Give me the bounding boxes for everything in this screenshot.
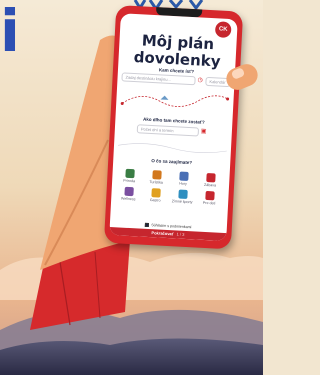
interests-grid: Príroda Turistika Hory Zábava Wellness G…	[117, 168, 226, 205]
duration-question: Ako dlho tam chcete zostať?	[142, 116, 205, 125]
kids-icon	[204, 190, 215, 201]
interest-label: Turistika	[149, 179, 163, 185]
wellness-icon	[123, 186, 134, 197]
app-screen: CK Môj plán dovolenky Kam chcete ísť? Za…	[109, 13, 238, 242]
winter-sports-icon	[177, 189, 188, 199]
interest-item[interactable]: Zábava	[197, 172, 224, 188]
calendar-icon[interactable]: ◷	[197, 76, 203, 85]
nature-icon	[124, 168, 135, 179]
consent-label: Súhlasím s podmienkami	[151, 223, 192, 230]
gastro-icon	[150, 188, 161, 198]
interests-question: O čo sa zaujímate?	[151, 158, 193, 166]
consent-checkbox[interactable]	[145, 222, 150, 228]
interest-label: Pre deti	[202, 200, 216, 206]
divider-wave	[117, 143, 227, 154]
interest-item[interactable]: Turistika	[143, 170, 170, 185]
interest-item[interactable]: Hory	[170, 171, 197, 186]
mountains-icon	[178, 171, 189, 182]
interest-item[interactable]: Príroda	[116, 168, 143, 183]
interest-label: Zimné športy	[171, 199, 193, 205]
brand-letter: i	[0, 0, 20, 65]
hiking-icon	[151, 170, 162, 180]
route-map-illustration	[120, 95, 230, 107]
interest-item[interactable]: Pre deti	[196, 190, 223, 205]
interest-label: Zábava	[203, 182, 217, 188]
mountain-near	[0, 338, 263, 375]
interest-label: Príroda	[123, 178, 136, 184]
calendar-icon[interactable]: ▣	[201, 128, 207, 137]
interest-item[interactable]: Gastro	[142, 188, 169, 203]
interest-label: Gastro	[149, 198, 161, 203]
interest-item[interactable]: Wellness	[115, 186, 142, 201]
duration-input[interactable]: Počet dní a termín	[136, 124, 200, 137]
promo-scene: i CK Môj plán dovolenky Kam chcete ísť? …	[0, 0, 263, 375]
phone-mockup: CK Môj plán dovolenky Kam chcete ísť? Za…	[103, 5, 244, 250]
interest-label: Wellness	[120, 196, 136, 202]
submit-label: Pokračovať	[151, 230, 174, 237]
step-indicator: 1 / 3	[176, 231, 185, 237]
interest-label: Hory	[179, 181, 187, 186]
interest-item[interactable]: Zimné športy	[169, 189, 196, 204]
fun-icon	[205, 172, 216, 183]
